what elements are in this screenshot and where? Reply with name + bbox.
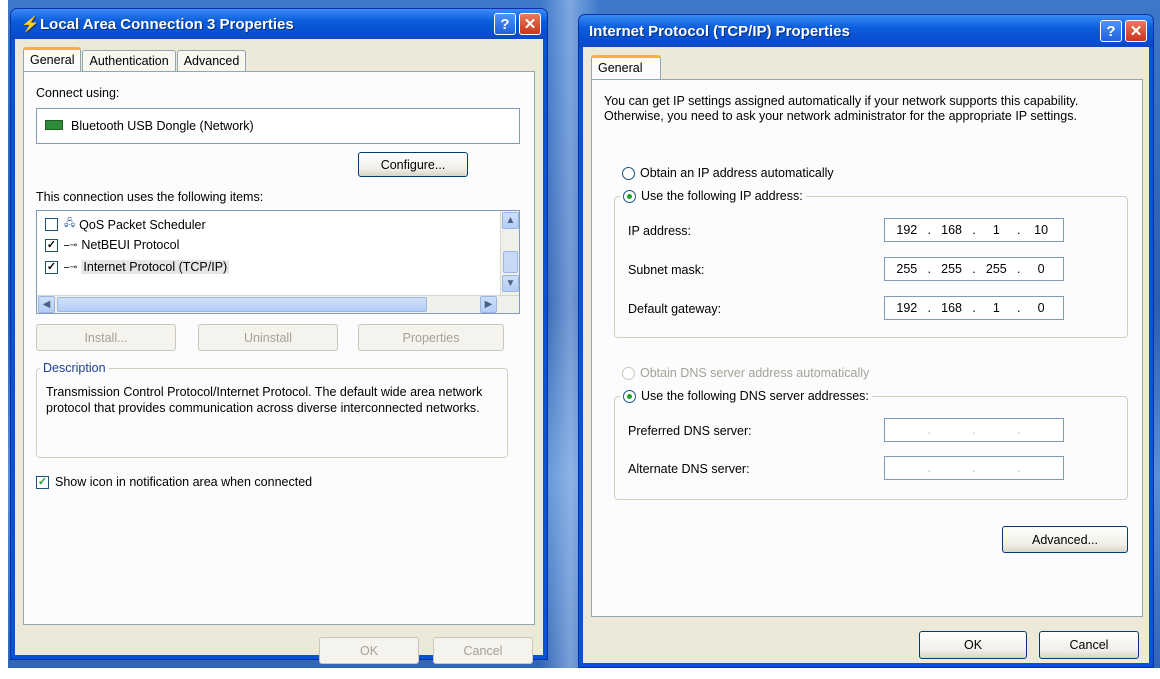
right-window-title: Internet Protocol (TCP/IP) Properties bbox=[589, 22, 850, 40]
vertical-scrollbar[interactable]: ▲ ▼ bbox=[500, 211, 519, 295]
list-item-tcpip[interactable]: ✓ ⎯⊸ Internet Protocol (TCP/IP) bbox=[45, 260, 230, 274]
scroll-up-icon[interactable]: ▲ bbox=[502, 212, 519, 229]
scroll-thumb[interactable] bbox=[503, 251, 518, 273]
left-client-area: General Authentication Advanced Connect … bbox=[15, 39, 543, 664]
obtain-dns-option[interactable]: Obtain DNS server address automatically bbox=[622, 366, 869, 380]
desktop-edge bbox=[0, 0, 8, 679]
use-dns-label: Use the following DNS server addresses: bbox=[641, 389, 869, 403]
alternate-dns-label: Alternate DNS server: bbox=[628, 462, 750, 476]
close-icon[interactable]: ✕ bbox=[1125, 20, 1147, 42]
checkbox-netbeui[interactable]: ✓ bbox=[45, 238, 58, 252]
advanced-button[interactable]: Advanced... bbox=[1002, 526, 1128, 553]
ip-address-field[interactable]: 192. 168. 1. 10 bbox=[884, 218, 1064, 242]
list-item-label: QoS Packet Scheduler bbox=[79, 217, 206, 232]
adapter-name: Bluetooth USB Dongle (Network) bbox=[71, 119, 254, 133]
right-general-panel: You can get IP settings assigned automat… bbox=[591, 79, 1143, 617]
items-label: This connection uses the following items… bbox=[36, 190, 264, 204]
obtain-dns-label: Obtain DNS server address automatically bbox=[640, 366, 870, 380]
use-dns-radio[interactable] bbox=[623, 389, 636, 403]
left-titlebar[interactable]: ⚡ Local Area Connection 3 Properties ? ✕ bbox=[11, 9, 547, 39]
list-item-netbeui[interactable]: ✓ ⎯⊸ NetBEUI Protocol bbox=[45, 238, 179, 252]
right-cancel-button[interactable]: Cancel bbox=[1039, 631, 1139, 659]
right-ok-button[interactable]: OK bbox=[919, 631, 1027, 659]
scroll-right-icon[interactable]: ▶ bbox=[480, 296, 497, 313]
alternate-dns-field[interactable]: ... bbox=[884, 456, 1064, 480]
description-text: Transmission Control Protocol/Internet P… bbox=[46, 385, 483, 415]
default-gateway-field[interactable]: 192. 168. 1. 0 bbox=[884, 296, 1064, 320]
components-list: 🖧 QoS Packet Scheduler ✓ ⎯⊸ NetBEUI Prot… bbox=[36, 210, 520, 314]
left-general-panel: Connect using: Bluetooth USB Dongle (Net… bbox=[23, 71, 535, 625]
left-cancel-button[interactable]: Cancel bbox=[433, 637, 533, 664]
preferred-dns-label: Preferred DNS server: bbox=[628, 424, 752, 438]
show-icon-checkbox[interactable]: ✓ bbox=[36, 475, 49, 489]
scroll-left-icon[interactable]: ◀ bbox=[38, 296, 55, 313]
network-adapter-icon bbox=[45, 120, 63, 130]
obtain-ip-radio[interactable] bbox=[622, 166, 635, 180]
preferred-dns-field[interactable]: ... bbox=[884, 418, 1064, 442]
checkbox-qos[interactable] bbox=[45, 218, 58, 231]
list-item-label: Internet Protocol (TCP/IP) bbox=[81, 260, 230, 274]
network-connection-icon: ⚡ bbox=[21, 16, 40, 33]
tab-general[interactable]: General bbox=[591, 55, 661, 80]
horizontal-scroll-thumb[interactable] bbox=[57, 297, 427, 312]
subnet-mask-field[interactable]: 255. 255. 255. 0 bbox=[884, 257, 1064, 281]
desktop-bottom-edge bbox=[0, 668, 1160, 679]
help-icon[interactable]: ? bbox=[1100, 20, 1122, 42]
show-icon-label: Show icon in notification area when conn… bbox=[55, 475, 313, 489]
description-title: Description bbox=[40, 361, 109, 375]
close-icon[interactable]: ✕ bbox=[519, 13, 541, 35]
obtain-ip-option[interactable]: Obtain an IP address automatically bbox=[622, 166, 834, 180]
left-ok-button[interactable]: OK bbox=[319, 637, 419, 664]
uninstall-button[interactable]: Uninstall bbox=[198, 324, 338, 351]
connect-using-label: Connect using: bbox=[36, 86, 120, 100]
use-ip-option[interactable]: Use the following IP address: bbox=[620, 189, 806, 203]
right-tab-strip: General bbox=[591, 55, 662, 80]
left-window-title: Local Area Connection 3 Properties bbox=[40, 15, 294, 33]
tcpip-properties-window: Internet Protocol (TCP/IP) Properties ? … bbox=[578, 14, 1154, 668]
help-icon[interactable]: ? bbox=[494, 13, 516, 35]
adapter-box: Bluetooth USB Dongle (Network) bbox=[36, 108, 520, 144]
use-ip-radio[interactable] bbox=[623, 189, 636, 203]
install-button[interactable]: Install... bbox=[36, 324, 176, 351]
list-item-qos[interactable]: 🖧 QoS Packet Scheduler bbox=[45, 216, 206, 233]
horizontal-scrollbar[interactable]: ◀ ▶ bbox=[37, 295, 519, 313]
tab-authentication[interactable]: Authentication bbox=[82, 50, 176, 72]
default-gateway-label: Default gateway: bbox=[628, 302, 722, 316]
computer-icon: 🖧 bbox=[64, 218, 76, 229]
use-ip-label: Use the following IP address: bbox=[641, 189, 803, 203]
scroll-down-icon[interactable]: ▼ bbox=[502, 275, 519, 292]
tab-general[interactable]: General bbox=[23, 47, 82, 72]
properties-button[interactable]: Properties bbox=[358, 324, 504, 351]
right-titlebar[interactable]: Internet Protocol (TCP/IP) Properties ? … bbox=[579, 15, 1153, 47]
protocol-icon: ⎯⊸ bbox=[64, 239, 78, 251]
protocol-icon: ⎯⊸ bbox=[64, 261, 78, 273]
local-area-connection-properties-window: ⚡ Local Area Connection 3 Properties ? ✕… bbox=[10, 8, 548, 664]
use-dns-option[interactable]: Use the following DNS server addresses: bbox=[620, 389, 872, 403]
ip-address-label: IP address: bbox=[628, 224, 692, 238]
list-item-label: NetBEUI Protocol bbox=[81, 238, 180, 252]
configure-button[interactable]: Configure... bbox=[358, 152, 468, 177]
checkbox-tcpip[interactable]: ✓ bbox=[45, 260, 58, 274]
subnet-mask-label: Subnet mask: bbox=[628, 263, 705, 277]
dns-group bbox=[614, 396, 1128, 500]
left-tab-strip: General Authentication Advanced bbox=[23, 47, 247, 72]
tab-advanced[interactable]: Advanced bbox=[176, 50, 247, 72]
show-icon-option[interactable]: ✓ Show icon in notification area when co… bbox=[36, 475, 312, 489]
obtain-dns-radio[interactable] bbox=[622, 366, 635, 380]
intro-text: You can get IP settings assigned automat… bbox=[604, 94, 1079, 123]
obtain-ip-label: Obtain an IP address automatically bbox=[640, 166, 834, 180]
right-client-area: General You can get IP settings assigned… bbox=[583, 47, 1149, 663]
